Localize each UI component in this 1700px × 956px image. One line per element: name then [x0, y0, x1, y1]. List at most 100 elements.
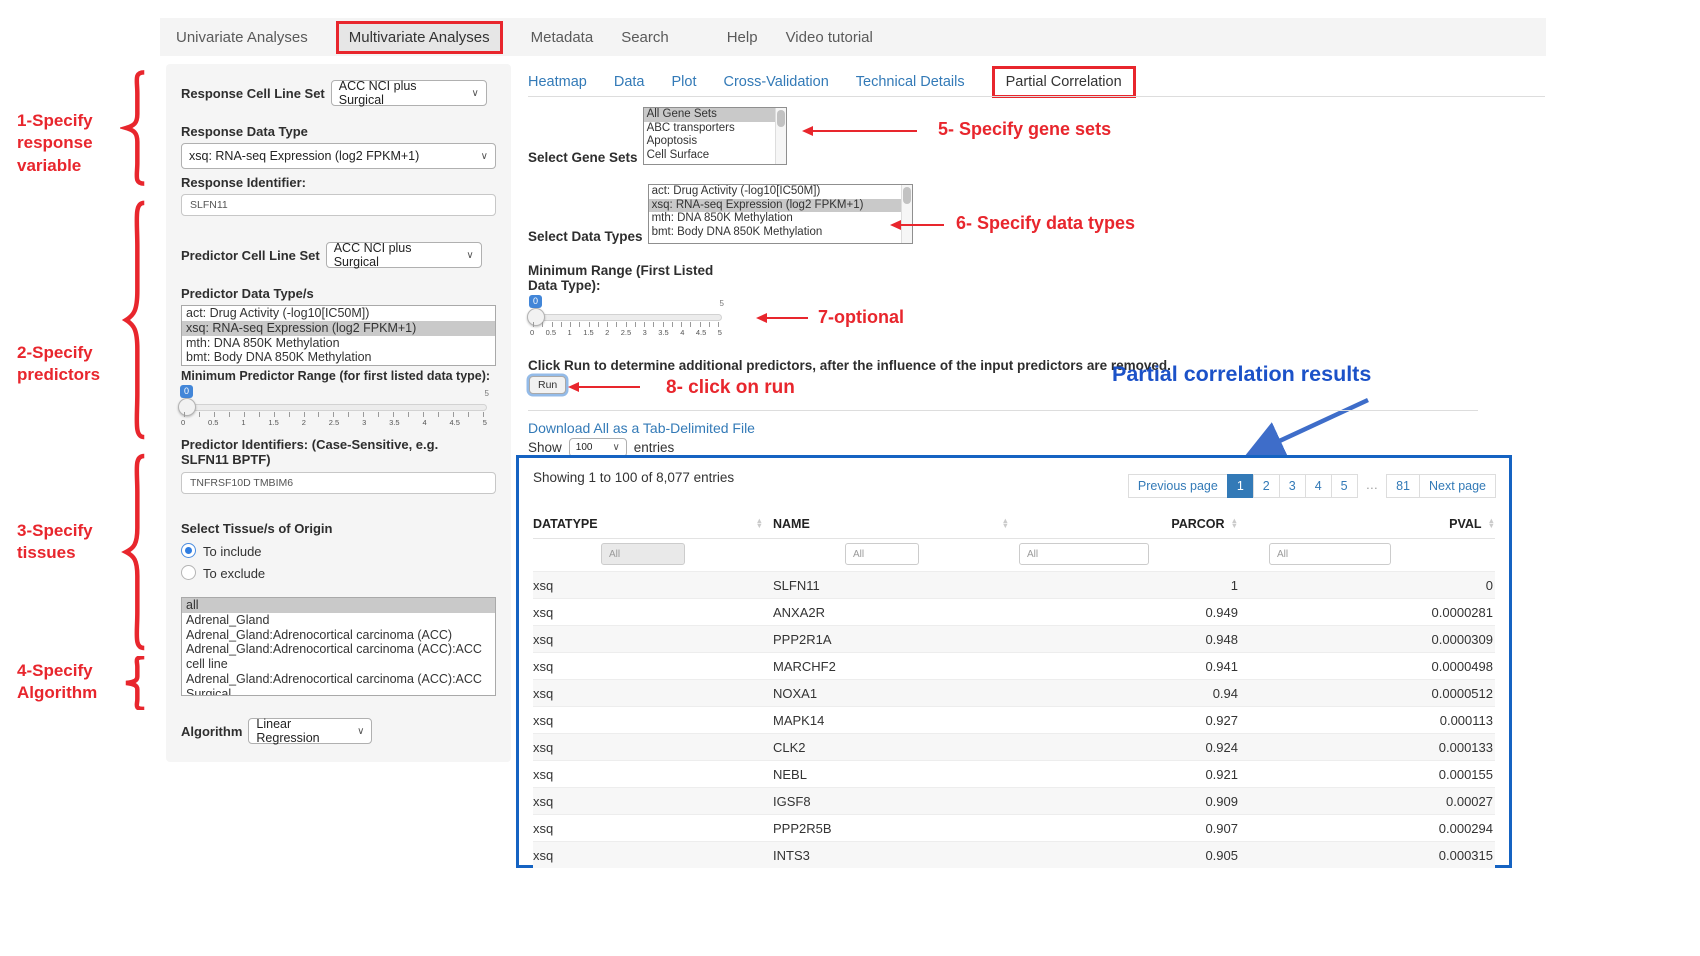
min-predictor-range-slider[interactable]: 0 5 00.511.522.533.544.55 [181, 385, 487, 429]
option[interactable]: Apoptosis [644, 135, 775, 149]
filter-parcor-input[interactable] [1019, 543, 1149, 565]
option[interactable]: mth: DNA 850K Methylation [649, 212, 901, 226]
option[interactable]: all [182, 598, 495, 613]
algorithm-label: Algorithm [181, 724, 242, 739]
sort-icon[interactable]: ▲▼ [756, 519, 763, 528]
option[interactable]: bmt: Body DNA 850K Methylation [182, 350, 495, 365]
radio-checked-icon[interactable] [181, 543, 196, 558]
option[interactable]: xsq: RNA-seq Expression (log2 FPKM+1) [182, 321, 495, 336]
nav-video-tutorial[interactable]: Video tutorial [786, 29, 873, 46]
response-identifier-input[interactable] [181, 194, 496, 216]
tick-label: 4.5 [449, 418, 459, 427]
column-header-parcor[interactable]: PARCOR ▲▼ [1019, 517, 1238, 531]
tick-label: 4 [680, 328, 684, 337]
table-row[interactable]: xsqNOXA10.940.0000512 [533, 679, 1495, 706]
response-data-type-select[interactable]: xsq: RNA-seq Expression (log2 FPKM+1) ∨ [181, 143, 496, 169]
scrollbar[interactable] [775, 108, 786, 164]
scrollbar-thumb[interactable] [777, 110, 785, 127]
table-row[interactable]: xsqANXA2R0.9490.0000281 [533, 598, 1495, 625]
nav-univariate-analyses[interactable]: Univariate Analyses [176, 29, 308, 46]
option[interactable]: Adrenal_Gland [182, 613, 495, 628]
gene-sets-listbox[interactable]: All Gene SetsABC transportersApoptosisCe… [643, 107, 787, 165]
option[interactable]: act: Drug Activity (-log10[IC50M]) [649, 185, 901, 199]
column-header-pval[interactable]: PVAL ▲▼ [1238, 517, 1495, 531]
table-row[interactable]: xsqCLK20.9240.000133 [533, 733, 1495, 760]
table-row[interactable]: xsqMAPK140.9270.000113 [533, 706, 1495, 733]
tab-plot[interactable]: Plot [671, 74, 696, 90]
nav-multivariate-analyses[interactable]: Multivariate Analyses [336, 21, 503, 54]
annotation-arrow-6 [900, 224, 944, 226]
min-range-slider[interactable]: 0 5 00.511.522.533.544.55 [530, 295, 722, 339]
table-row[interactable]: xsqINTS30.9050.000315 [533, 841, 1495, 868]
option[interactable]: Adrenal_Gland:Adrenocortical carcinoma (… [182, 628, 495, 643]
tab-heatmap[interactable]: Heatmap [528, 74, 587, 90]
page-button-81[interactable]: 81 [1386, 474, 1420, 498]
page-button-3[interactable]: 3 [1279, 474, 1306, 498]
option[interactable]: mth: DNA 850K Methylation [182, 336, 495, 351]
nav-search[interactable]: Search [621, 29, 669, 46]
predictor-identifiers-input[interactable] [181, 472, 496, 494]
column-header-datatype[interactable]: DATATYPE ▲▼ [533, 517, 773, 531]
table-row[interactable]: xsqNEBL0.9210.000155 [533, 760, 1495, 787]
chevron-down-icon: ∨ [481, 151, 488, 162]
table-cell: ANXA2R [773, 605, 1019, 620]
pagination: Previous page12345…81Next page [1129, 474, 1496, 498]
tissue-exclude-option[interactable]: To exclude [181, 565, 496, 581]
table-row[interactable]: xsqSLFN1110 [533, 571, 1495, 598]
table-cell: xsq [533, 767, 773, 782]
scrollbar-thumb[interactable] [903, 187, 911, 204]
option[interactable]: Adrenal_Gland:Adrenocortical carcinoma (… [182, 642, 495, 672]
option[interactable]: xsq: RNA-seq Expression (log2 FPKM+1) [649, 199, 901, 213]
algorithm-select[interactable]: Linear Regression ∨ [248, 718, 372, 744]
filter-pval-input[interactable] [1269, 543, 1391, 565]
table-row[interactable]: xsqPPP2R5B0.9070.000294 [533, 814, 1495, 841]
column-header-name[interactable]: NAME ▲▼ [773, 517, 1019, 531]
table-cell: 0.921 [1019, 767, 1238, 782]
table-cell: 0.0000281 [1238, 605, 1495, 620]
tissue-listbox[interactable]: allAdrenal_GlandAdrenal_Gland:Adrenocort… [181, 597, 496, 696]
chevron-down-icon: ∨ [357, 726, 364, 737]
slider-track[interactable] [530, 314, 722, 321]
option[interactable]: bmt: Body DNA 850K Methylation [649, 226, 901, 240]
sort-icon[interactable]: ▲▼ [1002, 519, 1009, 528]
table-row[interactable]: xsqIGSF80.9090.00027 [533, 787, 1495, 814]
download-all-link[interactable]: Download All as a Tab-Delimited File [528, 420, 755, 436]
table-row[interactable]: xsqPPP2R1A0.9480.0000309 [533, 625, 1495, 652]
page-button-1[interactable]: 1 [1227, 474, 1254, 498]
nav-help[interactable]: Help [727, 29, 758, 46]
filter-name-input[interactable] [845, 543, 919, 565]
tissue-include-option[interactable]: To include [181, 543, 496, 559]
predictor-cell-line-set-select[interactable]: ACC NCI plus Surgical ∨ [326, 242, 482, 268]
predictor-data-types-listbox[interactable]: act: Drug Activity (-log10[IC50M])xsq: R… [181, 305, 496, 366]
sort-icon[interactable]: ▲▼ [1488, 519, 1495, 528]
response-cell-line-set-select[interactable]: ACC NCI plus Surgical ∨ [331, 80, 487, 106]
run-button[interactable]: Run [529, 376, 566, 394]
scrollbar[interactable] [901, 185, 912, 243]
page-button-4[interactable]: 4 [1305, 474, 1332, 498]
tab-partial-correlation[interactable]: Partial Correlation [992, 66, 1136, 98]
option[interactable]: Adrenal_Gland:Adrenocortical carcinoma (… [182, 672, 495, 696]
option[interactable]: ABC transporters [644, 122, 775, 136]
table-cell: 0.000155 [1238, 767, 1495, 782]
filter-datatype-input[interactable] [601, 543, 685, 565]
tab-data[interactable]: Data [614, 74, 645, 90]
page-button-5[interactable]: 5 [1331, 474, 1358, 498]
nav-metadata[interactable]: Metadata [531, 29, 594, 46]
slider-track[interactable] [181, 404, 487, 411]
radio-unchecked-icon[interactable] [181, 565, 196, 580]
option[interactable]: Cell Surface [644, 149, 775, 163]
option[interactable]: act: Drug Activity (-log10[IC50M]) [182, 306, 495, 321]
previous-page-button[interactable]: Previous page [1128, 474, 1228, 498]
table-row[interactable]: xsqMARCHF20.9410.0000498 [533, 652, 1495, 679]
table-cell: 0.000315 [1238, 848, 1495, 863]
table-header-row: DATATYPE ▲▼ NAME ▲▼ PARCOR ▲▼ PVAL ▲▼ [533, 510, 1495, 539]
page-button-2[interactable]: 2 [1253, 474, 1280, 498]
table-cell: xsq [533, 659, 773, 674]
tab-cross-validation[interactable]: Cross-Validation [723, 74, 828, 90]
data-types-listbox[interactable]: act: Drug Activity (-log10[IC50M])xsq: R… [648, 184, 913, 244]
option[interactable]: All Gene Sets [644, 108, 775, 122]
slider-tick-labels: 00.511.522.533.544.55 [530, 328, 722, 337]
next-page-button[interactable]: Next page [1419, 474, 1496, 498]
sort-icon[interactable]: ▲▼ [1231, 519, 1238, 528]
tab-technical-details[interactable]: Technical Details [856, 74, 965, 90]
